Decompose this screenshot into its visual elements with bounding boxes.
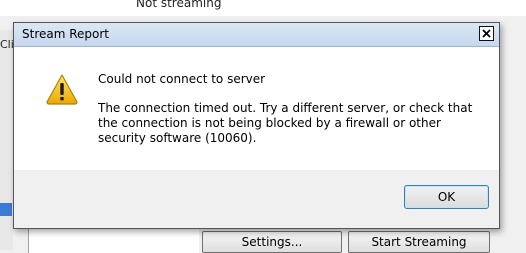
start-streaming-button[interactable]: Start Streaming [348,231,490,253]
background-window-top: Not streaming [0,0,526,16]
background-left-strip [0,30,13,250]
dialog-title: Stream Report [22,27,110,41]
dialog-titlebar[interactable]: Stream Report [14,23,499,47]
stream-report-dialog: Stream Report Could not connect to serve… [13,22,500,229]
close-icon [482,29,491,38]
close-button[interactable] [479,26,494,41]
warning-icon [46,74,78,105]
error-message: The connection timed out. Try a differen… [98,101,473,145]
ok-button[interactable]: OK [404,185,489,209]
settings-button[interactable]: Settings... [202,231,342,253]
background-panel [28,226,199,253]
background-status-text: Not streaming [136,0,222,10]
background-left-text: Cli [0,38,14,51]
background-selection-marker [0,203,12,216]
background-right-edge [500,222,526,253]
error-heading: Could not connect to server [98,72,266,86]
